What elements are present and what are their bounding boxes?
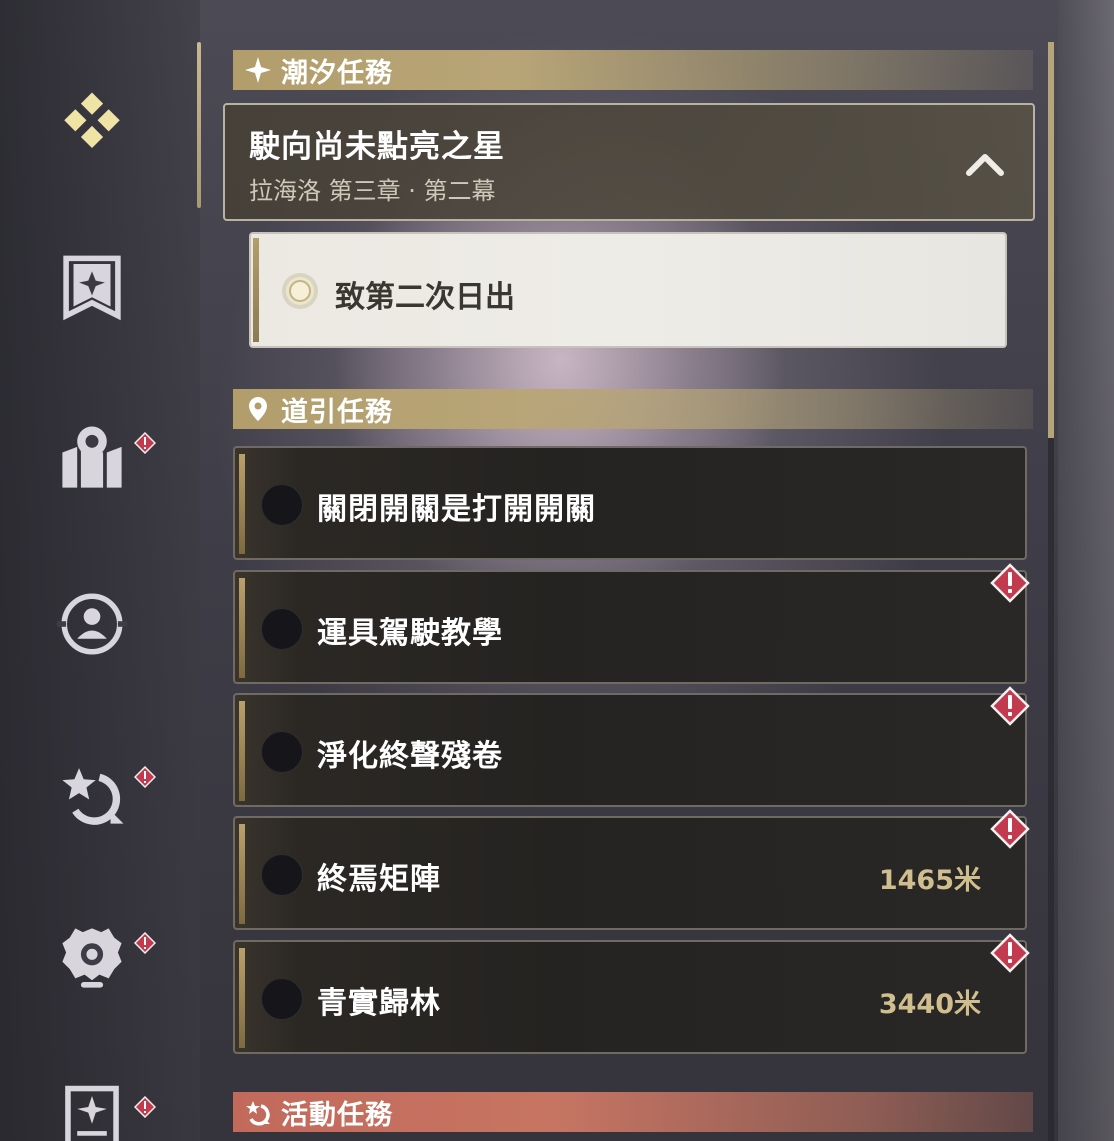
quest-accent	[239, 701, 245, 801]
event-section-header: 活動任務	[233, 1092, 1033, 1132]
scrollbar-thumb[interactable]	[1048, 42, 1054, 438]
quest-label: 終焉矩陣	[317, 862, 441, 897]
event-alert-badge	[133, 765, 157, 789]
quest-accent	[239, 824, 245, 924]
refresh-star-icon	[243, 1097, 273, 1127]
detail-panel-edge	[1058, 0, 1114, 1141]
objective-active-icon	[282, 273, 318, 309]
alert-diamond-icon	[133, 1095, 157, 1119]
sparkle-icon	[243, 55, 273, 85]
quest-card[interactable]: 終焉矩陣 1465米	[233, 816, 1027, 930]
nav-profile-button[interactable]	[52, 584, 132, 664]
alert-diamond-icon	[990, 809, 1030, 849]
nav-quest-button[interactable]	[52, 84, 132, 164]
quest-alert-badge	[990, 563, 1030, 603]
alert-diamond-icon	[990, 686, 1030, 726]
quest-alert-badge	[990, 933, 1030, 973]
nav-settings-button[interactable]	[52, 918, 132, 998]
event-section-title: 活動任務	[281, 1099, 393, 1131]
quest-card[interactable]: 青實歸林 3440米	[233, 940, 1027, 1054]
quest-label: 運具駕駛教學	[317, 616, 503, 651]
tidal-section-header: 潮汐任務	[233, 50, 1033, 90]
quest-card[interactable]: 運具駕駛教學	[233, 570, 1027, 684]
guide-section-title: 道引任務	[281, 396, 393, 428]
mission-subtitle: 拉海洛 第三章 · 第二幕	[249, 177, 496, 205]
quest-accent	[239, 578, 245, 678]
nav-notes-button[interactable]	[52, 1080, 132, 1141]
gear-icon	[62, 928, 122, 988]
diamond-cluster-icon	[64, 92, 120, 149]
notes-alert-badge	[133, 1095, 157, 1119]
active-indicator	[197, 42, 201, 208]
chevron-up-icon	[966, 154, 1004, 176]
quest-status-circle	[261, 978, 303, 1020]
quest-status-circle	[261, 854, 303, 896]
quest-label: 淨化終聲殘卷	[317, 739, 503, 774]
alert-diamond-icon	[133, 931, 157, 955]
nav-map-button[interactable]	[52, 418, 132, 498]
quest-screen: 潮汐任務 駛向尚未點亮之星 拉海洛 第三章 · 第二幕 致第二次日出 道引任務 …	[0, 0, 1114, 1141]
quest-label: 關閉開關是打開開關	[317, 492, 596, 527]
person-ring-icon	[56, 593, 128, 655]
alert-diamond-icon	[133, 431, 157, 455]
quest-accent	[239, 948, 245, 1048]
quest-card[interactable]: 關閉開關是打開開關	[233, 446, 1027, 560]
quest-status-circle	[261, 731, 303, 773]
quest-label: 青實歸林	[317, 986, 441, 1021]
quest-alert-badge	[990, 686, 1030, 726]
location-pin-icon	[243, 394, 273, 424]
nav-achievement-button[interactable]	[52, 248, 132, 328]
alert-diamond-icon	[990, 563, 1030, 603]
nav-event-button[interactable]	[52, 754, 132, 834]
map-alert-badge	[133, 431, 157, 455]
tidal-section-title: 潮汐任務	[281, 57, 393, 89]
alert-diamond-icon	[133, 765, 157, 789]
banner-star-icon	[63, 255, 121, 321]
quest-status-circle	[261, 484, 303, 526]
quest-accent	[239, 454, 245, 554]
quest-status-circle	[261, 608, 303, 650]
tidal-mission-card[interactable]: 駛向尚未點亮之星 拉海洛 第三章 · 第二幕	[223, 103, 1035, 221]
quest-card[interactable]: 淨化終聲殘卷	[233, 693, 1027, 807]
quest-alert-badge	[990, 809, 1030, 849]
quest-distance: 1465米	[878, 865, 981, 896]
star-refresh-icon	[62, 768, 124, 825]
map-pin-icon	[62, 426, 122, 488]
collapse-button[interactable]	[965, 149, 1005, 179]
alert-diamond-icon	[990, 933, 1030, 973]
quest-distance: 3440米	[878, 989, 981, 1020]
mission-title: 駛向尚未點亮之星	[249, 129, 505, 165]
settings-alert-badge	[133, 931, 157, 955]
objective-accent	[253, 238, 259, 342]
star-document-icon	[65, 1085, 119, 1141]
mission-objective[interactable]: 致第二次日出	[249, 232, 1007, 348]
guide-section-header: 道引任務	[233, 389, 1033, 429]
objective-label: 致第二次日出	[335, 280, 515, 315]
